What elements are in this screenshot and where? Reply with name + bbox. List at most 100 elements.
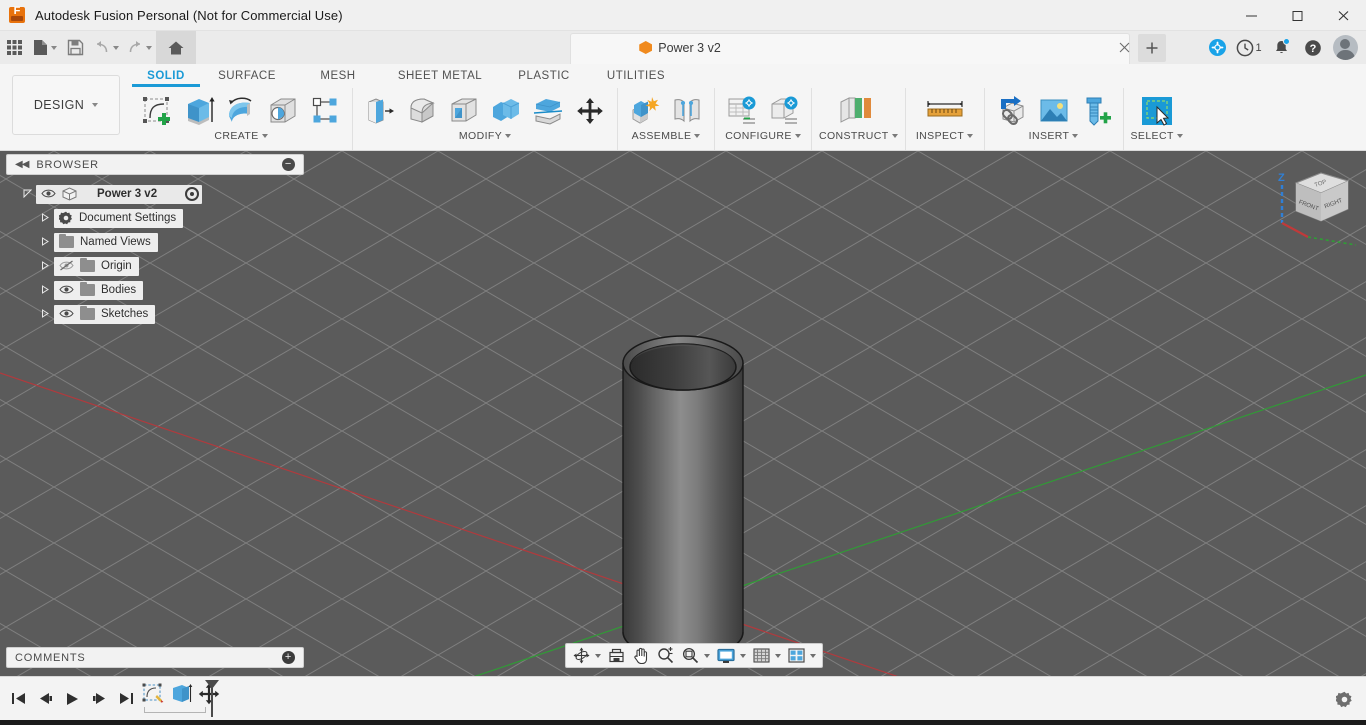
create-sketch-tool[interactable] (137, 90, 177, 132)
configure-model-tool[interactable] (764, 90, 804, 132)
shell-tool[interactable] (444, 90, 484, 132)
expand-arrow-icon[interactable] (36, 236, 54, 248)
tab-solid[interactable]: SOLID (132, 70, 200, 87)
chevron-down-icon[interactable] (1176, 134, 1183, 138)
panel-select-label[interactable]: SELECT (1131, 130, 1183, 142)
browser-header[interactable]: ◀◀ BROWSER − (6, 154, 304, 175)
minimize-icon[interactable] (1228, 0, 1274, 31)
joint-tool[interactable] (667, 90, 707, 132)
chevron-down-icon[interactable] (505, 134, 512, 138)
play-icon[interactable] (60, 684, 85, 714)
panel-create-label[interactable]: CREATE (214, 130, 268, 142)
revolve-tool[interactable] (221, 90, 261, 132)
workspace-switcher[interactable]: DESIGN (12, 75, 120, 135)
tab-sheet-metal[interactable]: SHEET METAL (382, 70, 498, 87)
panel-inspect-label[interactable]: INSPECT (916, 130, 974, 142)
configure-table-tool[interactable] (722, 90, 762, 132)
chevron-down-icon[interactable] (704, 653, 710, 658)
measure-tool[interactable] (913, 90, 977, 132)
avatar[interactable] (1330, 31, 1360, 64)
chevron-down-icon[interactable] (595, 653, 601, 658)
step-forward-icon[interactable] (87, 684, 112, 714)
orbit-icon[interactable] (569, 644, 594, 667)
chevron-down-icon[interactable] (261, 134, 268, 138)
chevron-down-icon[interactable] (794, 134, 801, 138)
look-at-icon[interactable] (604, 644, 629, 667)
expand-arrow-icon[interactable] (18, 189, 36, 200)
offset-plane-tool[interactable] (832, 90, 884, 132)
monitor-icon[interactable] (713, 644, 739, 667)
close-icon[interactable] (1320, 0, 1366, 31)
chevron-down-icon[interactable] (51, 45, 57, 50)
chevron-down-icon[interactable] (694, 134, 701, 138)
select-tool[interactable] (1137, 90, 1177, 132)
help-icon[interactable]: ? (1298, 31, 1328, 64)
timeline-feature-sketch[interactable] (140, 681, 166, 707)
combine-tool[interactable] (486, 90, 526, 132)
chevron-down-icon[interactable] (891, 134, 898, 138)
grid-icon[interactable] (749, 644, 774, 667)
tree-chip-named-views[interactable]: Named Views (54, 232, 158, 252)
chevron-down-icon[interactable] (967, 134, 974, 138)
zoom-magnifier-icon[interactable] (653, 644, 678, 667)
viewports-icon[interactable] (784, 644, 809, 667)
collapse-left-icon[interactable]: ◀◀ (15, 159, 29, 170)
panel-assemble-label[interactable]: ASSEMBLE (632, 130, 701, 142)
chevron-down-icon[interactable] (146, 45, 152, 50)
tree-chip-origin[interactable]: Origin (54, 256, 139, 276)
panel-configure-label[interactable]: CONFIGURE (725, 130, 801, 142)
tree-chip-root[interactable]: Power 3 v2 (36, 184, 203, 204)
press-pull-tool[interactable] (360, 90, 400, 132)
chevron-down-icon[interactable] (1072, 134, 1079, 138)
skip-end-icon[interactable] (114, 684, 139, 714)
expand-arrow-icon[interactable] (36, 284, 54, 296)
tree-item-sketches[interactable]: Sketches (18, 302, 308, 326)
chevron-down-icon[interactable] (113, 45, 119, 50)
expand-arrow-icon[interactable] (36, 308, 54, 320)
timeline-marker-icon[interactable] (205, 679, 219, 717)
notifications-bell-icon[interactable] (1266, 31, 1296, 64)
step-back-icon[interactable] (33, 684, 58, 714)
view-cube[interactable]: Z TOP FRONT RIGHT (1264, 157, 1360, 249)
tab-surface[interactable]: SURFACE (200, 70, 294, 87)
fit-view-icon[interactable] (678, 644, 703, 667)
chevron-down-icon[interactable] (92, 103, 99, 107)
visibility-eye-icon[interactable] (41, 188, 56, 200)
undo-arrow-icon[interactable] (90, 31, 123, 64)
close-document-icon[interactable] (1113, 31, 1135, 64)
panel-insert-label[interactable]: INSERT (1029, 130, 1079, 142)
visibility-eye-hidden-icon[interactable] (59, 260, 74, 272)
comments-panel-header[interactable]: COMMENTS + (6, 647, 304, 668)
plus-circle-icon[interactable]: + (282, 651, 295, 664)
tree-item-named-views[interactable]: Named Views (18, 230, 308, 254)
chevron-down-icon[interactable] (810, 653, 816, 658)
move-copy-tool[interactable] (570, 90, 610, 132)
grid-apps-icon[interactable] (0, 31, 29, 64)
expand-arrow-icon[interactable] (36, 260, 54, 272)
tree-item-power-3-v2[interactable]: Power 3 v2 (18, 182, 308, 206)
fillet-tool[interactable] (402, 90, 442, 132)
tab-mesh[interactable]: MESH (294, 70, 382, 87)
tab-plastic[interactable]: PLASTIC (498, 70, 590, 87)
document-tab[interactable]: Power 3 v2 (600, 31, 760, 64)
new-tab-plus-icon[interactable] (1138, 34, 1166, 62)
tree-chip-bodies[interactable]: Bodies (54, 280, 144, 300)
new-file-icon[interactable] (29, 31, 61, 64)
extension-manager-icon[interactable] (1202, 31, 1232, 64)
split-body-tool[interactable] (528, 90, 568, 132)
tree-chip-sketches[interactable]: Sketches (54, 304, 156, 324)
home-icon[interactable] (156, 31, 196, 64)
tree-item-document-settings[interactable]: Document Settings (18, 206, 308, 230)
new-component-tool[interactable] (625, 90, 665, 132)
skip-back-icon[interactable] (6, 684, 31, 714)
chevron-down-icon[interactable] (775, 653, 781, 658)
expand-arrow-icon[interactable] (36, 212, 54, 224)
insert-mcmaster-tool[interactable] (1076, 90, 1116, 132)
pan-hand-icon[interactable] (629, 644, 653, 667)
chevron-down-icon[interactable] (740, 653, 746, 658)
panel-modify-label[interactable]: MODIFY (459, 130, 512, 142)
insert-canvas-tool[interactable] (1034, 90, 1074, 132)
visibility-eye-icon[interactable] (59, 308, 74, 320)
tree-item-bodies[interactable]: Bodies (18, 278, 308, 302)
visibility-eye-icon[interactable] (59, 284, 74, 296)
